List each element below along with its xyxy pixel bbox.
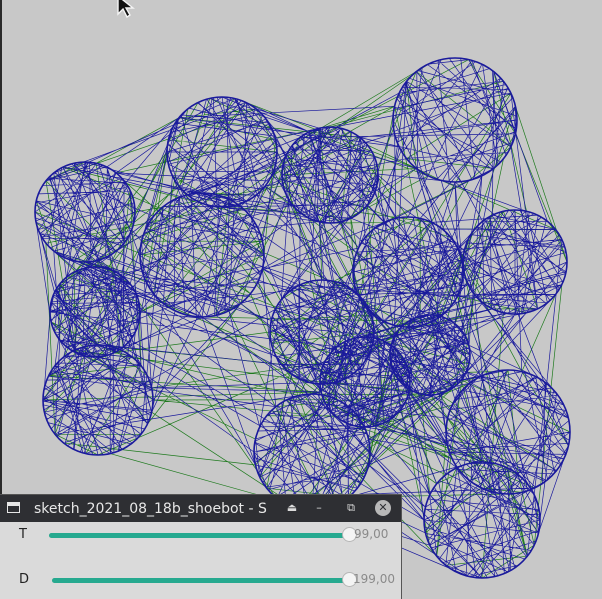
slider-t-fill [49, 533, 349, 538]
close-button[interactable]: ✕ [375, 500, 391, 516]
window-app-icon [7, 502, 20, 513]
slider-t[interactable] [49, 527, 357, 542]
mouse-pointer-icon [117, 0, 135, 18]
slider-d-fill [52, 578, 349, 583]
minimize-button[interactable]: – [310, 499, 328, 517]
slider-label-d: D [19, 572, 30, 587]
slider-row-d: D 199,00 [0, 569, 401, 593]
shade-button[interactable]: ⏏ [283, 499, 301, 517]
slider-d[interactable] [52, 572, 357, 587]
window-title: sketch_2021_08_18b_shoebot - S [34, 501, 267, 517]
restore-button[interactable]: ⧉ [342, 499, 360, 517]
slider-value-d: 199,00 [353, 572, 395, 586]
window-titlebar[interactable]: sketch_2021_08_18b_shoebot - S ⏏ – ⧉ ✕ [0, 495, 401, 522]
slider-value-t: 99,00 [354, 527, 389, 541]
slider-label-t: T [19, 527, 27, 542]
controls-window[interactable]: sketch_2021_08_18b_shoebot - S ⏏ – ⧉ ✕ T… [0, 495, 401, 599]
slider-row-t: T 99,00 [0, 524, 401, 548]
